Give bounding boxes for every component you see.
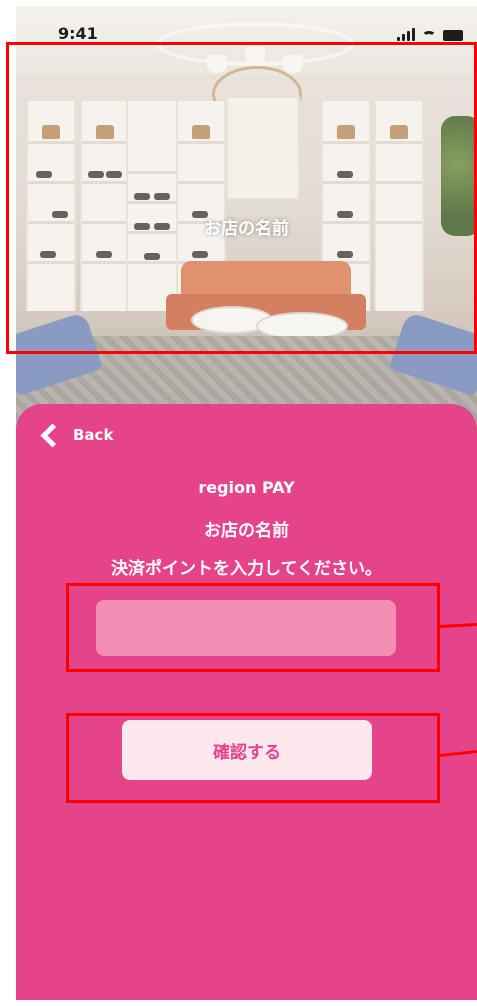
status-time: 9:41: [58, 24, 98, 43]
signal-icon: [397, 28, 415, 41]
annotation-box-input: [66, 583, 440, 672]
brand-title: region PAY: [198, 478, 295, 497]
payment-panel: Back region PAY お店の名前 決済ポイントを入力してください。 確…: [16, 404, 477, 1000]
back-button[interactable]: Back: [38, 422, 114, 448]
battery-icon: [443, 30, 463, 41]
back-chevron-icon: [40, 422, 65, 448]
status-icons: [397, 28, 463, 41]
back-label: Back: [73, 426, 114, 444]
annotation-box-photo: [6, 42, 477, 354]
annotation-box-button: [66, 713, 440, 803]
wifi-icon: [422, 31, 436, 41]
panel-store-name: お店の名前: [204, 521, 289, 541]
instruction-text: 決済ポイントを入力してください。: [111, 559, 382, 579]
